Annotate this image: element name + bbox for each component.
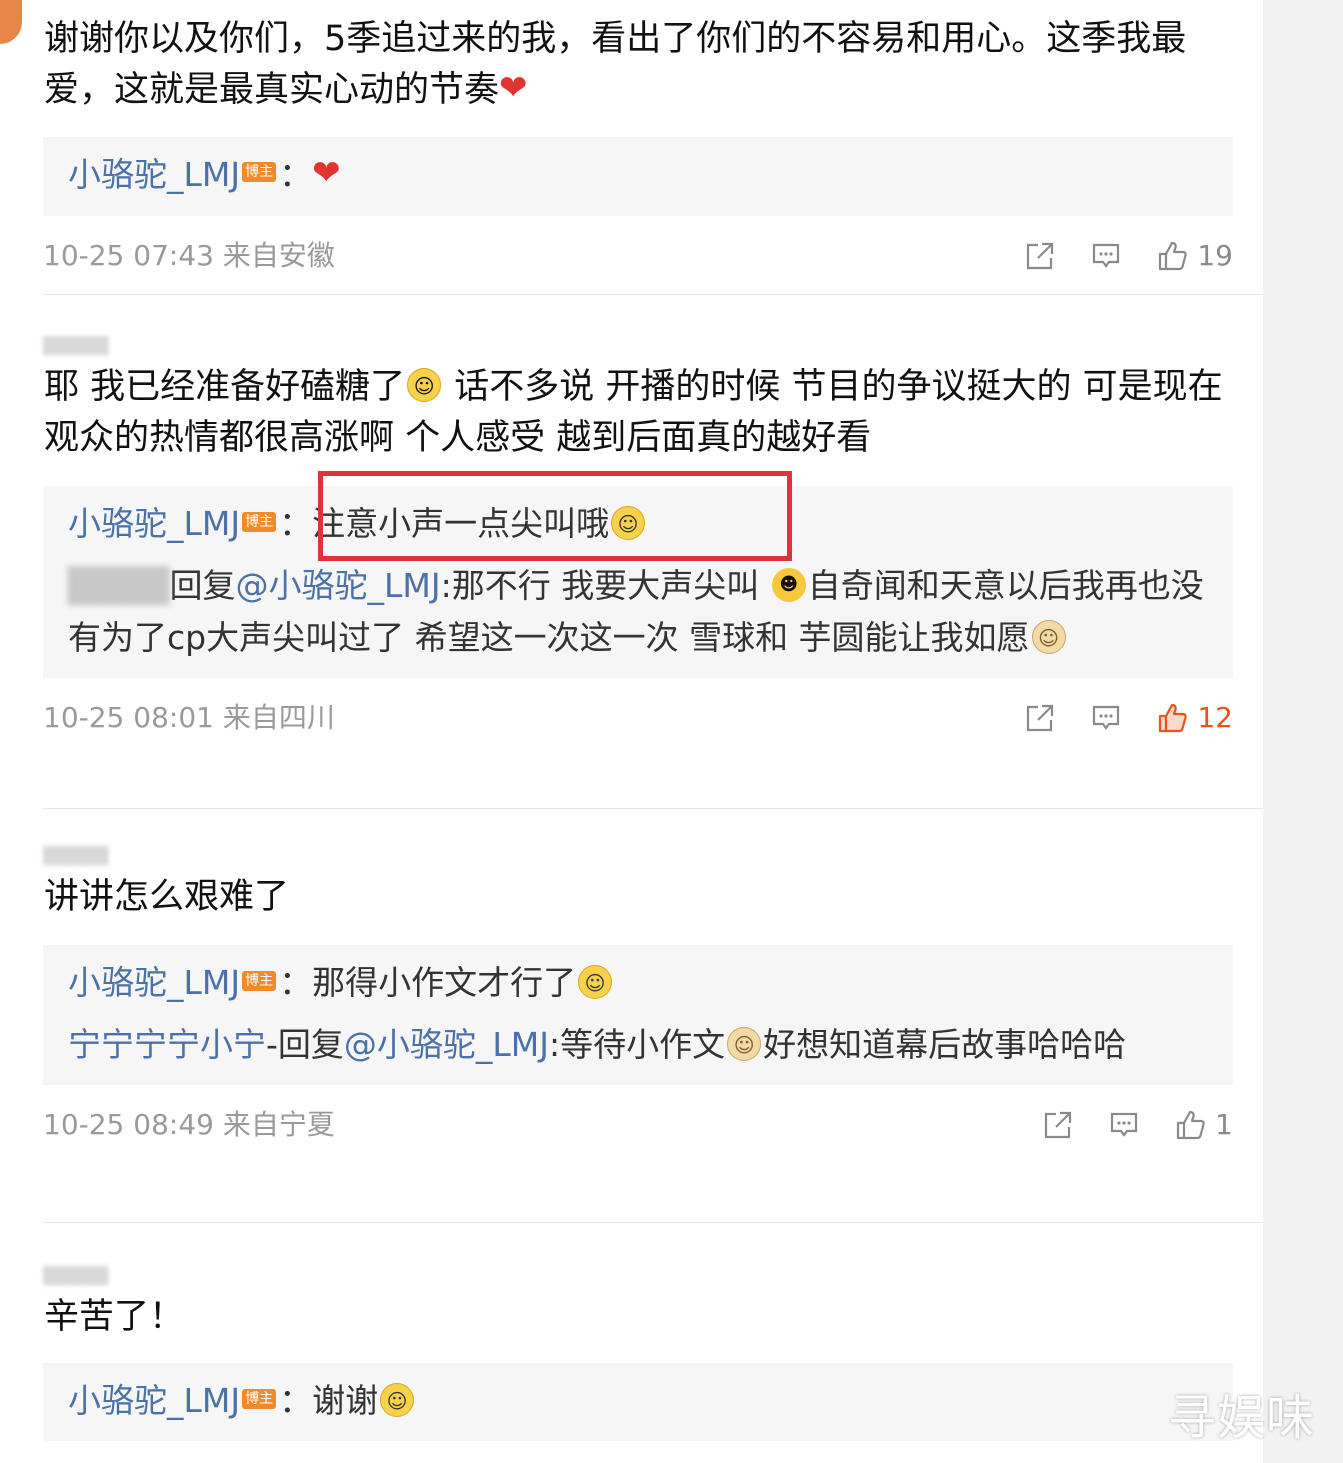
share-button[interactable] [1025,241,1055,271]
like-count: 1 [1215,1108,1233,1141]
comment-actions: 12 [989,698,1233,738]
author-badge: 博主 [242,511,277,532]
cool-emoji: ☻ [771,567,806,602]
comment-icon [1093,243,1120,268]
reply-line: 小骆驼_LMJ 博主 ：那得小作文才行了 ☺ [68,957,1209,1009]
like-icon [1159,703,1188,733]
reply-username[interactable]: 小骆驼_LMJ [68,504,240,543]
highlight-box [318,471,792,561]
comment-icon [1111,1112,1138,1137]
comment-time: 10-25 07:43 [43,239,214,272]
watermark: 寻娱味 [1168,1390,1316,1446]
smile-emoji: ☺ [380,1382,415,1417]
heart-emoji: ❤ [312,153,341,193]
comment-item: █████ 讲讲怎么艰难了 小骆驼_LMJ 博主 ：那得小作文才行了 ☺ 宁宁宁宁小宁… [43,846,1233,1145]
comment-body: 辛苦了！ [44,1297,185,1337]
divider [43,1222,1263,1223]
comment-button[interactable] [1091,241,1121,271]
comment-location: 来自宁夏 [222,1108,335,1141]
like-button[interactable]: 19 [1157,236,1233,276]
share-icon [1027,242,1054,270]
blurred-username[interactable]: █████ [43,1266,223,1286]
like-icon [1177,1110,1205,1140]
comment-text: 辛苦了！ [43,1292,1233,1343]
blurred-reply-username[interactable]: ████ [68,566,170,605]
reply-separator: ： [279,963,313,1002]
reply-box: 小骆驼_LMJ 博主 ：谢谢 ☺ [43,1363,1233,1441]
blurred-username[interactable]: █████ [43,846,223,866]
comment-meta: 10-25 08:49 来自宁夏 1 [43,1105,1233,1145]
reply-mention[interactable]: @小骆驼_LMJ [236,566,441,605]
author-badge: 博主 [242,162,277,182]
comment-button[interactable] [1091,703,1121,733]
tears-of-joy-emoji: ☺ [578,964,613,999]
heart-emoji: ❤ [499,67,528,108]
like-count: 19 [1197,239,1233,272]
blurred-username[interactable]: █████ [43,336,223,356]
reply-text-cont: 好想知道幕后故事哈哈哈 [763,1025,1127,1064]
reply-separator: ： [279,1381,313,1420]
share-icon [1045,1111,1072,1139]
reply-line: 小骆驼_LMJ 博主 ：❤ [68,149,1209,203]
reply-box: 小骆驼_LMJ 博主 ：那得小作文才行了 ☺ 宁宁宁宁小宁-回复@小骆驼_LMJ:等待… [43,945,1233,1085]
reply-separator: ： [279,154,313,194]
reply-text: 那得小作文才行了 [312,963,577,1002]
reply-box: 小骆驼_LMJ 博主 ：❤ [43,136,1233,216]
reply-line: ████回复@小骆驼_LMJ:那不行 我要大声尖叫 ☻ 自奇闻和天意以后我再也没有… [68,560,1209,664]
reply-username[interactable]: 小骆驼_LMJ [68,155,240,194]
comment-item: 谢谢你以及你们，5季追过来的我，看出了你们的不容易和用心。这季我最爱，这就是最真… [43,14,1233,276]
reply-username[interactable]: 宁宁宁宁小宁 [68,1025,266,1064]
share-button[interactable] [1043,1110,1073,1140]
comment-actions: 19 [989,236,1233,276]
reply-text: :等待小作文 [549,1025,726,1064]
comment-icon [1093,705,1120,730]
like-button[interactable]: 12 [1157,698,1233,738]
divider [43,294,1263,295]
comment-meta: 10-25 08:01 来自四川 12 [43,698,1233,738]
comment-text: 耶 我已经准备好磕糖了 ☺ 话不多说 开播的时候 节目的争议挺大的 可是现在 观众… [43,362,1233,464]
laughing-emoji: ☺ [407,368,442,402]
comment-feed: 谢谢你以及你们，5季追过来的我，看出了你们的不容易和用心。这季我最爱，这就是最真… [0,0,1263,1463]
reply-mention[interactable]: @小骆驼_LMJ [344,1025,549,1064]
divider [43,808,1263,809]
like-icon [1159,241,1188,271]
reply-text: :那不行 我要大声尖叫 [440,566,770,605]
comment-meta: 10-25 07:43 来自安徽 19 [43,236,1233,276]
share-icon [1027,704,1054,732]
reply-username[interactable]: 小骆驼_LMJ [68,963,240,1002]
comment-actions: 1 [1007,1105,1233,1145]
comment-body: 讲讲怎么艰难了 [44,877,290,917]
comment-location: 来自四川 [222,701,335,734]
author-badge: 博主 [242,970,277,991]
reply-label: -回复 [266,1025,344,1064]
comment-item: █████ 辛苦了！ 小骆驼_LMJ 博主 ：谢谢 ☺ [43,1266,1233,1441]
avatar[interactable] [0,0,22,44]
comment-time: 10-25 08:01 [43,701,214,734]
comment-body: 耶 我已经准备好磕糖了 [44,367,406,407]
reply-line: 宁宁宁宁小宁-回复@小骆驼_LMJ:等待小作文 ☺ 好想知道幕后故事哈哈哈 [68,1019,1209,1071]
author-badge: 博主 [242,1388,277,1409]
comment-text: 讲讲怎么艰难了 [43,872,1233,923]
doge-emoji: ☺ [1031,619,1066,654]
doge-emoji: ☺ [727,1026,762,1061]
reply-separator: ： [279,504,313,543]
comment-button[interactable] [1109,1110,1139,1140]
comment-text: 谢谢你以及你们，5季追过来的我，看出了你们的不容易和用心。这季我最爱，这就是最真… [43,14,1233,117]
reply-username[interactable]: 小骆驼_LMJ [68,1381,240,1420]
comment-time: 10-25 08:49 [43,1108,214,1141]
reply-label: 回复 [169,566,236,605]
like-count: 12 [1197,701,1233,734]
comment-body: 谢谢你以及你们，5季追过来的我，看出了你们的不容易和用心。这季我最爱，这就是最真… [44,19,1187,110]
comment-location: 来自安徽 [222,239,335,272]
share-button[interactable] [1025,703,1055,733]
reply-text: 谢谢 [312,1381,379,1420]
reply-line: 小骆驼_LMJ 博主 ：谢谢 ☺ [68,1375,1209,1427]
like-button[interactable]: 1 [1175,1105,1233,1145]
